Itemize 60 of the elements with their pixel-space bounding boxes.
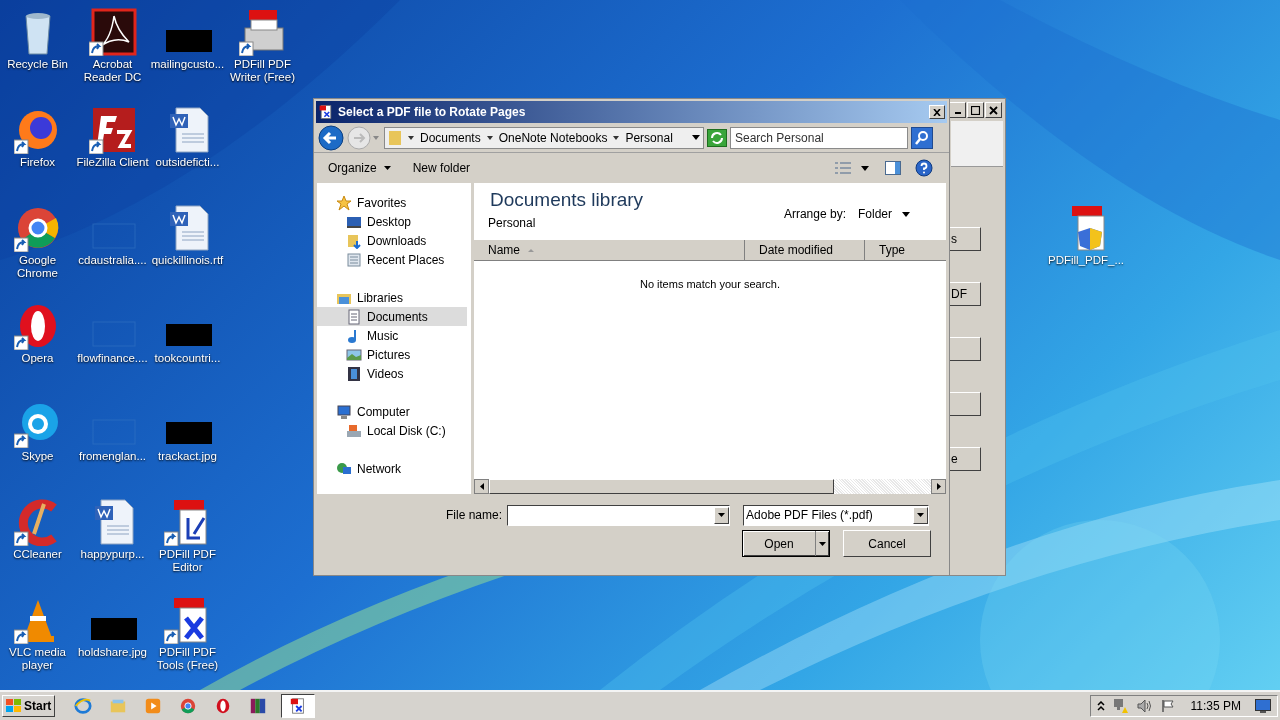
desktop-icon-label: PDFill PDF Writer (Free) [229,58,296,84]
arrange-dropdown[interactable]: Folder [858,205,910,223]
library-title: Documents library [490,188,644,212]
file-type-select[interactable]: Adobe PDF Files (*.pdf) [743,504,930,526]
desktop-icon-label: outsideficti... [155,156,220,169]
breadcrumb-item[interactable]: Documents [420,128,481,147]
open-button[interactable]: Open [742,530,830,557]
desktop-icon-label: quickillinois.rtf [151,254,224,267]
breadcrumb-item[interactable]: OneNote Notebooks [498,128,608,147]
nav-item[interactable]: Pictures [317,345,467,364]
desktop-icon-label: PDFill PDF Editor [158,548,217,574]
nav-item[interactable]: Computer [317,402,467,421]
desktop-icon-label: PDFill PDF Tools (Free) [155,646,220,672]
desktop-icon-label: PDFill_PDF_... [1048,254,1123,267]
desktop-icon-label: VLC media player [8,646,67,672]
nav-item[interactable]: Local Disk (C:) [317,421,467,440]
desktop-icon-label: Acrobat Reader DC [82,58,143,84]
search-field[interactable]: Search Personal [730,126,908,149]
toolbar-button[interactable]: Organize [328,159,391,177]
file-name-label: File name: [446,507,503,524]
desktop-icon-label: holdshare.jpg [77,646,148,659]
desktop-icon-label: CCleaner [13,548,62,561]
desktop-icon-label: fromenglan... [78,450,147,463]
desktop-icon-label: mailingcusto... [150,58,225,71]
empty-message: No items match your search. [640,277,780,292]
partial-button[interactable]: DF [949,282,981,306]
breadcrumb-item[interactable]: Personal [625,128,673,147]
nav-item[interactable]: Favorites [317,193,467,212]
nav-item[interactable]: Desktop [317,212,467,231]
partial-button[interactable]: e [949,447,981,471]
desktop-icon-label: tookcountri... [154,352,221,365]
nav-item[interactable]: Music [317,326,467,345]
desktop-icon-label: FileZilla Client [76,156,149,169]
column-header[interactable]: Name [474,240,745,260]
arrange-label: Arrange by: [783,206,846,223]
desktop-icon-label: trackact.jpg [158,450,217,463]
start-button[interactable]: Start [2,695,56,717]
column-header[interactable]: Date modified [745,240,865,260]
desktop-icon-label: Firefox [19,156,56,169]
library-subtitle: Personal [488,215,537,232]
desktop-icon-label: happypurp... [80,548,145,561]
clock[interactable]: 11:35 PM [1190,697,1241,715]
address-bar[interactable]: Documents OneNote Notebooks Personal [384,126,704,149]
nav-item[interactable]: Downloads [317,231,467,250]
nav-item[interactable]: Recent Places [317,250,467,269]
toolbar-button[interactable]: New folder [412,159,471,177]
desktop-icon-label: Skype [21,450,54,463]
nav-item[interactable]: Libraries [317,288,467,307]
desktop-icon-label: cdaustralia.... [78,254,147,267]
nav-item[interactable]: Network [317,459,467,478]
nav-item[interactable]: Documents [317,307,467,326]
desktop-icon-label: Recycle Bin [7,58,68,71]
desktop-icon-label: Google Chrome [16,254,59,280]
cancel-button[interactable]: Cancel [843,530,931,557]
nav-item[interactable]: Videos [317,364,467,383]
desktop-icon-label: Opera [21,352,54,365]
column-header[interactable]: Type [865,240,946,260]
desktop-icon-label: flowfinance.... [77,352,148,365]
window-title: Select a PDF file to Rotate Pages [338,104,527,121]
partial-button[interactable]: s [949,227,981,251]
